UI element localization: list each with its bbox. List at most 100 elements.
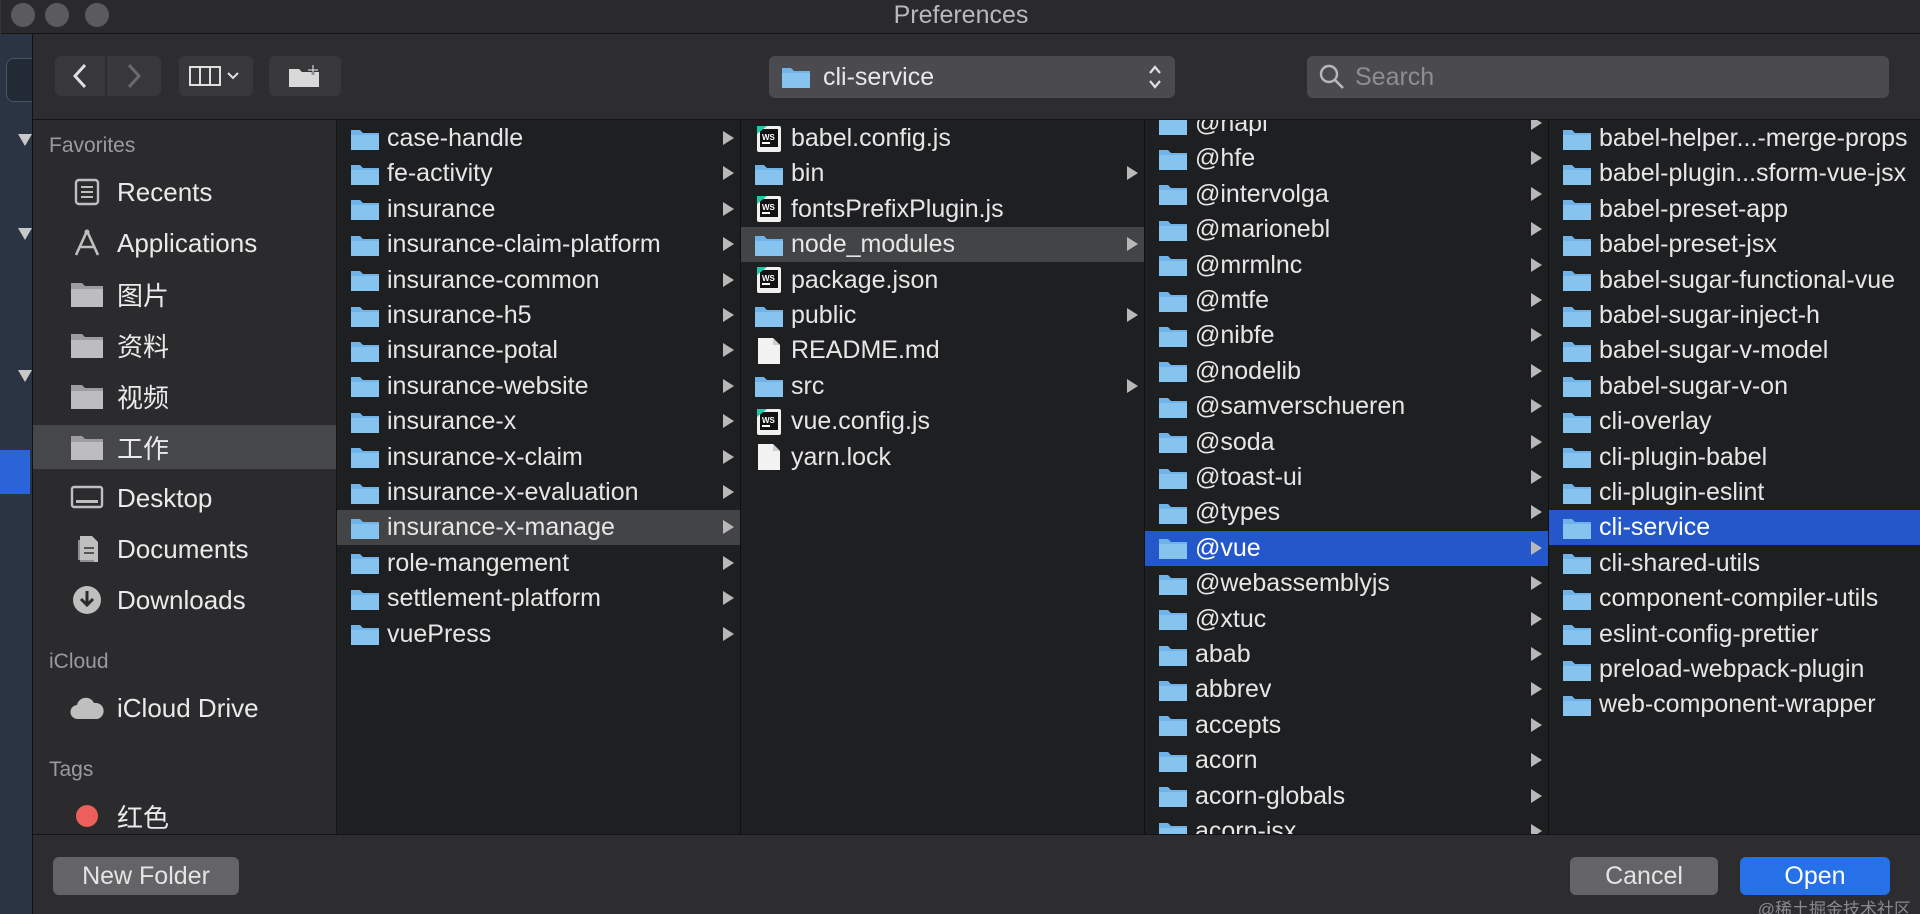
forward-button[interactable]: [107, 56, 161, 96]
list-item[interactable]: insurance-potal: [337, 333, 740, 368]
column-3[interactable]: @hapi @hfe @intervolga @marionebl @mrmlnc @mt…: [1145, 120, 1549, 834]
sidebar-item-applications[interactable]: Applications: [33, 221, 336, 265]
sidebar-item-downloads[interactable]: Downloads: [33, 578, 336, 622]
list-item[interactable]: eslint-config-prettier: [1549, 617, 1920, 652]
list-item[interactable]: src: [741, 369, 1144, 404]
view-mode-button[interactable]: [179, 56, 253, 96]
list-item[interactable]: role-mangement: [337, 546, 740, 581]
new-folder-toolbar-button[interactable]: [269, 56, 341, 96]
list-item[interactable]: @soda: [1145, 425, 1548, 460]
cancel-button[interactable]: Cancel: [1570, 857, 1718, 895]
list-item[interactable]: cli-plugin-babel: [1549, 440, 1920, 475]
list-item[interactable]: babel-sugar-inject-h: [1549, 298, 1920, 333]
folder-icon: [349, 302, 381, 330]
list-item[interactable]: public: [741, 298, 1144, 333]
list-item[interactable]: babel-preset-jsx: [1549, 227, 1920, 262]
column-1[interactable]: case-handle fe-activity insurance insurance…: [337, 120, 741, 834]
sidebar-item-materials[interactable]: 资料: [33, 323, 336, 367]
list-item[interactable]: babel-sugar-v-on: [1549, 369, 1920, 404]
open-button[interactable]: Open: [1740, 857, 1890, 895]
list-item[interactable]: @samverschueren: [1145, 389, 1548, 424]
list-item[interactable]: cli-overlay: [1549, 404, 1920, 439]
list-item[interactable]: insurance-h5: [337, 298, 740, 333]
list-item[interactable]: cli-shared-utils: [1549, 546, 1920, 581]
list-item[interactable]: WS package.json: [741, 263, 1144, 298]
sidebar-item-documents[interactable]: Documents: [33, 527, 336, 571]
list-item[interactable]: settlement-platform: [337, 581, 740, 616]
list-item[interactable]: insurance-x: [337, 404, 740, 439]
list-item[interactable]: babel-preset-app: [1549, 192, 1920, 227]
list-item[interactable]: acorn-globals: [1145, 779, 1548, 814]
list-item[interactable]: bin: [741, 156, 1144, 191]
list-item[interactable]: WS fontsPrefixPlugin.js: [741, 192, 1144, 227]
column-2[interactable]: WS babel.config.js bin WS fontsPrefixPlugin.…: [741, 120, 1145, 834]
list-item[interactable]: @xtuc: [1145, 602, 1548, 637]
list-item[interactable]: @marionebl: [1145, 212, 1548, 247]
list-item[interactable]: vuePress: [337, 617, 740, 652]
back-button[interactable]: [55, 56, 105, 96]
list-item[interactable]: cli-plugin-eslint: [1549, 475, 1920, 510]
sidebar-item-videos[interactable]: 视频: [33, 374, 336, 418]
list-item[interactable]: babel-sugar-v-model: [1549, 333, 1920, 368]
list-item[interactable]: web-component-wrapper: [1549, 687, 1920, 722]
search-field[interactable]: [1307, 56, 1889, 98]
list-item[interactable]: fe-activity: [337, 156, 740, 191]
list-item[interactable]: @hfe: [1145, 141, 1548, 176]
item-label: @hfe: [1195, 144, 1256, 173]
list-item[interactable]: acorn-jsx: [1145, 814, 1548, 834]
list-item[interactable]: insurance-x-evaluation: [337, 475, 740, 510]
folder-icon: [1561, 302, 1593, 330]
list-item[interactable]: insurance-website: [337, 369, 740, 404]
new-folder-button[interactable]: New Folder: [53, 857, 239, 895]
list-item[interactable]: @hapi: [1145, 120, 1548, 141]
sidebar-item-pictures[interactable]: 图片: [33, 272, 336, 316]
sidebar-item-icloud-drive[interactable]: iCloud Drive: [33, 686, 336, 730]
list-item[interactable]: insurance: [337, 192, 740, 227]
item-label: fontsPrefixPlugin.js: [791, 194, 1004, 223]
sidebar-item-work[interactable]: 工作: [33, 425, 336, 469]
list-item[interactable]: @nibfe: [1145, 318, 1548, 353]
list-item[interactable]: @nodelib: [1145, 354, 1548, 389]
sidebar-item-recents[interactable]: Recents: [33, 170, 336, 214]
list-item[interactable]: acorn: [1145, 743, 1548, 778]
list-item[interactable]: insurance-x-claim: [337, 440, 740, 475]
list-item[interactable]: @vue: [1145, 530, 1548, 566]
list-item[interactable]: WS vue.config.js: [741, 404, 1144, 439]
column-4[interactable]: babel-helper...-merge-props babel-plugin.…: [1549, 120, 1920, 834]
folder-icon: [1157, 818, 1189, 834]
search-input[interactable]: [1355, 62, 1875, 92]
path-popup-button[interactable]: cli-service: [769, 56, 1175, 98]
list-item[interactable]: abbrev: [1145, 672, 1548, 707]
list-item[interactable]: abab: [1145, 637, 1548, 672]
list-item[interactable]: README.md: [741, 333, 1144, 368]
list-item[interactable]: babel-sugar-functional-vue: [1549, 263, 1920, 298]
list-item[interactable]: babel-plugin...sform-vue-jsx: [1549, 156, 1920, 191]
list-item[interactable]: @mtfe: [1145, 283, 1548, 318]
list-item[interactable]: accepts: [1145, 708, 1548, 743]
list-item[interactable]: insurance-claim-platform: [337, 227, 740, 262]
list-item[interactable]: node_modules: [741, 227, 1144, 263]
list-item[interactable]: preload-webpack-plugin: [1549, 652, 1920, 687]
folder-icon: [1561, 443, 1593, 471]
list-item[interactable]: cli-service: [1549, 510, 1920, 546]
list-item[interactable]: babel-helper...-merge-props: [1549, 121, 1920, 156]
window-title: Preferences: [893, 1, 1029, 29]
item-label: vuePress: [387, 619, 492, 648]
list-item[interactable]: yarn.lock: [741, 440, 1144, 475]
list-item[interactable]: WS babel.config.js: [741, 121, 1144, 156]
disclosure-chevron-icon: [1531, 257, 1542, 272]
list-item[interactable]: @webassemblyjs: [1145, 566, 1548, 601]
disclosure-chevron-icon: [1531, 363, 1542, 378]
list-item[interactable]: @types: [1145, 495, 1548, 530]
item-label: babel-sugar-inject-h: [1599, 301, 1820, 329]
list-item[interactable]: @intervolga: [1145, 177, 1548, 212]
sidebar-item-tag-red[interactable]: 红色: [33, 794, 336, 834]
list-item[interactable]: insurance-common: [337, 263, 740, 298]
list-item[interactable]: component-compiler-utils: [1549, 581, 1920, 616]
sidebar-item-desktop[interactable]: Desktop: [33, 476, 336, 520]
list-item[interactable]: case-handle: [337, 121, 740, 156]
list-item[interactable]: @toast-ui: [1145, 460, 1548, 495]
list-item[interactable]: insurance-x-manage: [337, 510, 740, 546]
disclosure-chevron-icon: [1531, 824, 1542, 834]
list-item[interactable]: @mrmlnc: [1145, 248, 1548, 283]
